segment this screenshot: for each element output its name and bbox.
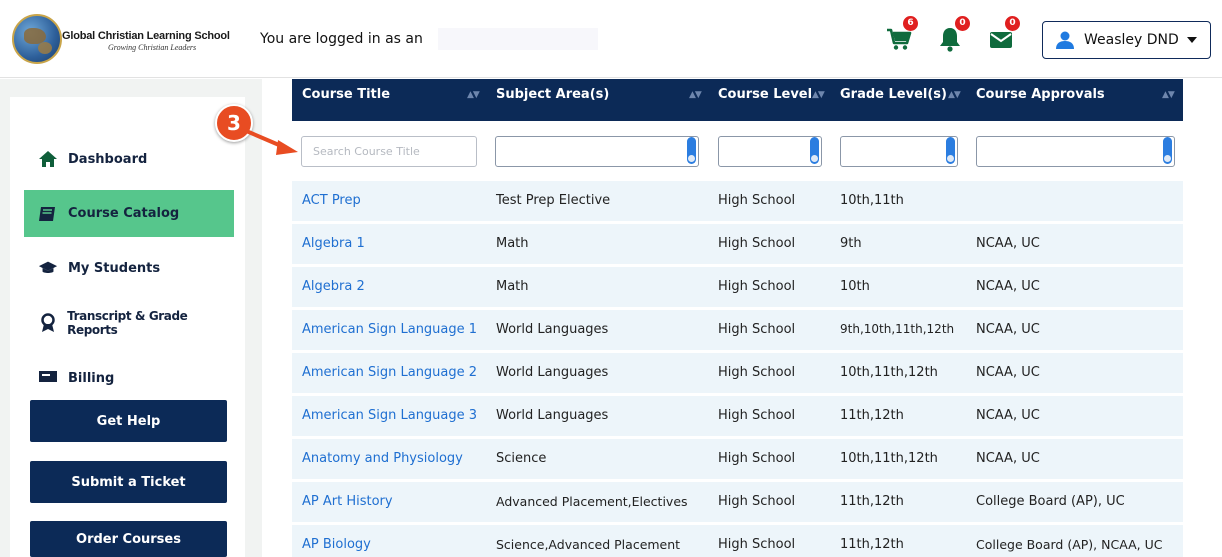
user-icon xyxy=(1056,31,1074,49)
approvals-cell: College Board (AP), UC xyxy=(976,494,1125,509)
table-header: Course Title ▲▼ Subject Area(s) ▲▼ Cours… xyxy=(292,79,1183,121)
callout-arrow-icon xyxy=(242,128,298,155)
course-title-link[interactable]: AP Biology xyxy=(302,537,371,552)
sidebar-item-label: My Students xyxy=(68,260,161,276)
subject-area-cell: World Languages xyxy=(496,322,609,337)
course-level-cell: High School xyxy=(718,236,796,251)
course-level-cell: High School xyxy=(718,322,796,337)
billing-icon xyxy=(38,368,58,386)
subject-area-cell: World Languages xyxy=(496,408,609,423)
course-level-cell: High School xyxy=(718,279,796,294)
column-header-course-level[interactable]: Course Level xyxy=(718,87,812,102)
column-header-grade-levels[interactable]: Grade Level(s) xyxy=(840,87,947,102)
subject-area-cell: Science xyxy=(496,451,547,466)
approvals-cell: NCAA, UC xyxy=(976,365,1040,380)
top-header: Global Christian Learning School Growing… xyxy=(0,0,1222,78)
school-logo[interactable] xyxy=(12,14,62,64)
grade-level-cell: 10th xyxy=(840,279,870,294)
course-level-cell: High School xyxy=(718,494,796,509)
course-level-cell: High School xyxy=(718,193,796,208)
sort-icon[interactable]: ▲▼ xyxy=(948,90,961,100)
subject-area-cell: Test Prep Elective xyxy=(496,193,611,208)
sort-icon[interactable]: ▲▼ xyxy=(689,90,702,100)
submit-ticket-button[interactable]: Submit a Ticket xyxy=(30,461,227,503)
subject-area-cell: Advanced Placement,Electives xyxy=(496,494,688,509)
course-title-link[interactable]: American Sign Language 3 xyxy=(302,408,477,423)
course-level-cell: High School xyxy=(718,537,796,552)
user-name: Weasley DND xyxy=(1084,32,1179,48)
cart-count-badge: 6 xyxy=(903,16,918,31)
course-title-link[interactable]: American Sign Language 2 xyxy=(302,365,477,380)
grade-level-cell: 9th xyxy=(840,236,862,251)
approvals-cell: NCAA, UC xyxy=(976,408,1040,423)
column-header-course-title[interactable]: Course Title xyxy=(302,87,390,102)
logged-in-text: You are logged in as an xyxy=(260,31,423,47)
sidebar-item-label: Transcript & Grade Reports xyxy=(67,309,188,337)
sidebar-item-billing[interactable]: Billing xyxy=(24,358,234,386)
course-title-link[interactable]: Algebra 2 xyxy=(302,279,365,294)
grade-level-cell: 11th,12th xyxy=(840,408,904,423)
school-tagline: Growing Christian Leaders xyxy=(108,43,197,52)
search-course-title-input[interactable]: Search Course Title xyxy=(301,136,477,167)
chevron-down-icon xyxy=(1186,37,1197,43)
user-menu-button[interactable]: Weasley DND xyxy=(1042,21,1211,59)
sort-icon[interactable]: ▲▼ xyxy=(812,90,825,100)
course-title-link[interactable]: ACT Prep xyxy=(302,193,361,208)
sort-icon[interactable]: ▲▼ xyxy=(1162,90,1175,100)
cart-button[interactable]: 6 xyxy=(886,16,918,52)
notifications-count-badge: 0 xyxy=(955,16,970,31)
grade-level-cell: 11th,12th xyxy=(840,537,904,552)
order-courses-button[interactable]: Order Courses xyxy=(30,521,227,557)
course-title-link[interactable]: Algebra 1 xyxy=(302,236,365,251)
grade-level-cell: 11th,12th xyxy=(840,494,904,509)
course-title-link[interactable]: AP Art History xyxy=(302,494,393,509)
sidebar-item-course-catalog[interactable]: Course Catalog xyxy=(24,190,234,237)
get-help-button[interactable]: Get Help xyxy=(30,400,227,442)
approvals-cell: College Board (AP), NCAA, UC xyxy=(976,537,1163,552)
grade-level-filter[interactable] xyxy=(840,136,958,167)
sort-icon[interactable]: ▲▼ xyxy=(467,90,480,100)
course-level-cell: High School xyxy=(718,365,796,380)
approvals-cell: NCAA, UC xyxy=(976,279,1040,294)
graduation-cap-icon xyxy=(38,259,58,277)
redacted-account-name xyxy=(438,28,598,50)
sidebar-item-label: Course Catalog xyxy=(68,206,180,221)
sidebar-item-transcript-grade-reports[interactable]: Transcript & Grade Reports xyxy=(24,300,234,346)
course-approvals-filter[interactable] xyxy=(976,136,1175,167)
messages-count-badge: 0 xyxy=(1005,16,1020,31)
course-title-link[interactable]: Anatomy and Physiology xyxy=(302,451,463,466)
approvals-cell: NCAA, UC xyxy=(976,322,1040,337)
messages-button[interactable]: 0 xyxy=(988,16,1020,52)
approvals-cell: NCAA, UC xyxy=(976,451,1040,466)
school-name: Global Christian Learning School xyxy=(62,30,230,42)
sidebar-item-dashboard[interactable]: Dashboard xyxy=(24,136,234,182)
sidebar-item-label: Billing xyxy=(68,371,115,386)
grade-level-cell: 10th,11th,12th xyxy=(840,365,938,380)
home-icon xyxy=(38,150,58,168)
sidebar-item-my-students[interactable]: My Students xyxy=(24,245,234,291)
grade-level-cell: 9th,10th,11th,12th xyxy=(840,322,955,336)
sidebar-item-label: Dashboard xyxy=(68,151,148,167)
column-header-subject-area[interactable]: Subject Area(s) xyxy=(496,87,609,102)
course-level-filter[interactable] xyxy=(718,136,822,167)
column-header-course-approvals[interactable]: Course Approvals xyxy=(976,87,1105,102)
subject-area-filter[interactable] xyxy=(495,136,699,167)
subject-area-cell: World Languages xyxy=(496,365,609,380)
course-title-link[interactable]: American Sign Language 1 xyxy=(302,322,477,337)
course-level-cell: High School xyxy=(718,451,796,466)
award-icon xyxy=(38,313,57,332)
book-icon xyxy=(38,205,58,223)
subject-area-cell: Math xyxy=(496,236,529,251)
approvals-cell: NCAA, UC xyxy=(976,236,1040,251)
grade-level-cell: 10th,11th,12th xyxy=(840,451,938,466)
course-level-cell: High School xyxy=(718,408,796,423)
subject-area-cell: Science,Advanced Placement xyxy=(496,537,681,552)
notifications-button[interactable]: 0 xyxy=(938,16,970,52)
grade-level-cell: 10th,11th xyxy=(840,193,904,208)
subject-area-cell: Math xyxy=(496,279,529,294)
